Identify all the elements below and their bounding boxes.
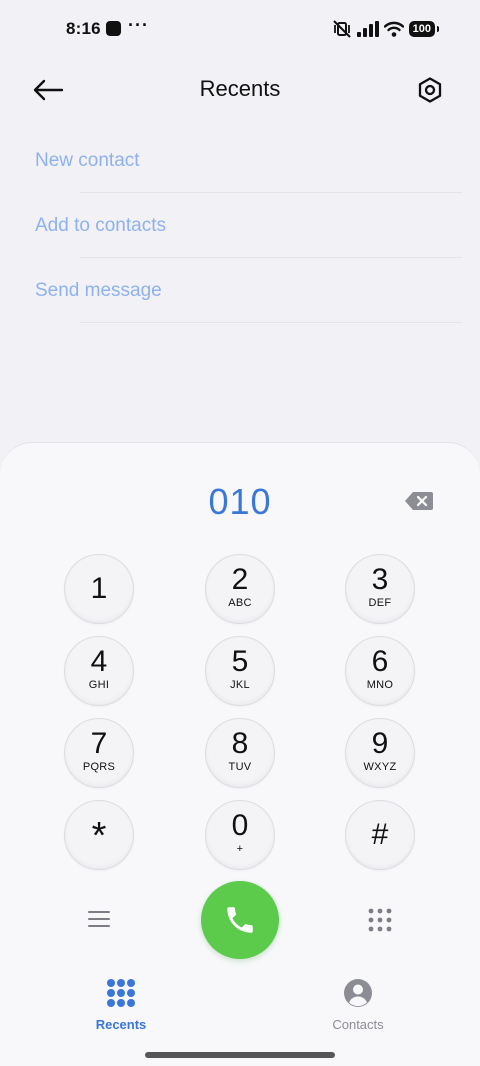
key-letters: ABC <box>228 597 252 609</box>
header: Recents <box>0 62 480 118</box>
app-notification-icon <box>106 21 121 36</box>
key-digit: 4 <box>90 645 108 678</box>
key-hash[interactable]: # <box>345 800 415 870</box>
key-letters: GHI <box>88 679 110 691</box>
key-digit: 3 <box>371 563 389 596</box>
key-9[interactable]: 9 WXYZ <box>345 718 415 788</box>
divider <box>80 322 462 323</box>
wifi-icon <box>383 21 404 37</box>
key-0[interactable]: 0 + <box>205 800 275 870</box>
hexagon-gear-icon <box>418 77 442 103</box>
menu-lines-icon[interactable] <box>87 909 111 929</box>
key-digit: 8 <box>231 727 249 760</box>
keypad-grid-icon <box>107 979 135 1007</box>
key-digit: 1 <box>90 572 108 605</box>
status-icons: 100 <box>332 19 440 39</box>
key-letters: WXYZ <box>363 761 397 773</box>
status-time: 8:16 <box>66 19 101 38</box>
send-message-item[interactable]: Send message <box>0 258 480 323</box>
phone-icon <box>227 907 253 933</box>
key-digit: 5 <box>231 645 249 678</box>
recents-menu: New contact Add to contacts Send message <box>0 128 480 323</box>
call-button[interactable] <box>201 881 279 959</box>
settings-button[interactable] <box>410 70 450 110</box>
more-notifications-icon: ··· <box>128 15 149 35</box>
battery-icon: 100 <box>408 21 440 37</box>
key-letters: JKL <box>230 679 250 691</box>
key-digit: 7 <box>90 727 108 760</box>
key-letters: MNO <box>366 679 394 691</box>
person-icon <box>344 979 372 1007</box>
key-digit: # <box>371 818 389 851</box>
status-bar: 8:16 ··· 100 <box>0 0 480 58</box>
nav-label: Recents <box>95 1017 147 1032</box>
menu-item-label: Add to contacts <box>35 214 166 236</box>
bottom-nav: Recents Contacts <box>0 966 480 1066</box>
key-1[interactable]: 1 <box>64 554 134 624</box>
key-7[interactable]: 7 PQRS <box>64 718 134 788</box>
add-to-contacts-item[interactable]: Add to contacts <box>0 193 480 258</box>
key-4[interactable]: 4 GHI <box>64 636 134 706</box>
mute-vibrate-icon <box>332 20 351 38</box>
key-digit: 6 <box>371 645 389 678</box>
key-letters: PQRS <box>82 761 116 773</box>
key-5[interactable]: 5 JKL <box>205 636 275 706</box>
menu-item-label: New contact <box>35 149 140 171</box>
keypad-dots-icon[interactable] <box>367 907 393 933</box>
key-3[interactable]: 3 DEF <box>345 554 415 624</box>
key-digit: * <box>91 815 107 857</box>
nav-label: Contacts <box>332 1017 384 1032</box>
key-8[interactable]: 8 TUV <box>205 718 275 788</box>
key-letters: DEF <box>368 597 392 609</box>
key-letters: TUV <box>228 761 252 773</box>
signal-icon <box>356 21 379 37</box>
key-letters: + <box>236 843 244 855</box>
new-contact-item[interactable]: New contact <box>0 128 480 193</box>
menu-item-label: Send message <box>35 279 162 301</box>
nav-recents[interactable]: Recents <box>71 978 171 1032</box>
key-6[interactable]: 6 MNO <box>345 636 415 706</box>
dialer-screen: 8:16 ··· 100 Recents New contact Add to … <box>0 0 480 1066</box>
key-digit: 2 <box>231 563 249 596</box>
key-digit: 0 <box>231 809 249 842</box>
key-2[interactable]: 2 ABC <box>205 554 275 624</box>
key-digit: 9 <box>371 727 389 760</box>
key-star[interactable]: * <box>64 800 134 870</box>
home-indicator[interactable] <box>145 1052 335 1058</box>
backspace-icon[interactable] <box>404 490 434 512</box>
page-title: Recents <box>199 76 281 101</box>
nav-contacts[interactable]: Contacts <box>308 978 408 1032</box>
